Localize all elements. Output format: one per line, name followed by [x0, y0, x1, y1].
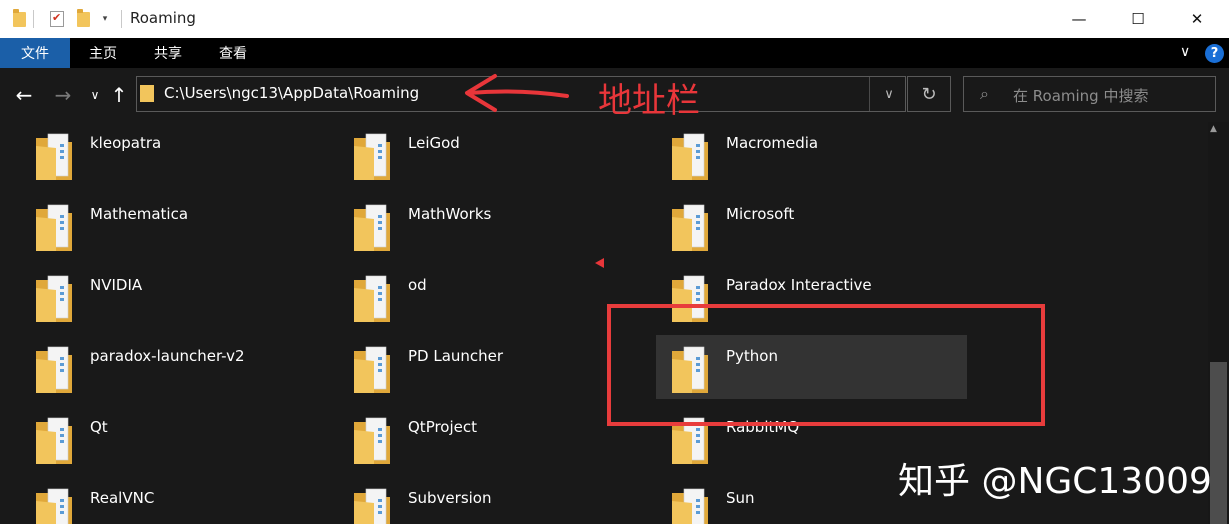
- folder-icon: [672, 133, 708, 180]
- folder-icon: [354, 204, 390, 251]
- close-button[interactable]: ✕: [1174, 0, 1220, 38]
- folder-item[interactable]: Subversion: [318, 477, 628, 524]
- tab-share[interactable]: 共享: [143, 38, 193, 68]
- tab-view[interactable]: 查看: [208, 38, 258, 68]
- folder-name: LeiGod: [408, 134, 460, 152]
- folder-icon: [354, 133, 390, 180]
- folder-name: kleopatra: [90, 134, 162, 152]
- up-arrow-icon[interactable]: ↑: [108, 82, 130, 108]
- folder-icon: [140, 85, 154, 102]
- folder-icon: [354, 417, 390, 464]
- folder-icon: [672, 204, 708, 251]
- folder-item[interactable]: Qt: [0, 406, 310, 470]
- help-icon[interactable]: ?: [1205, 44, 1224, 63]
- minimize-button[interactable]: —: [1056, 0, 1102, 38]
- folder-item[interactable]: MathWorks: [318, 193, 628, 257]
- watermark: 知乎 @NGC13009: [898, 461, 1212, 502]
- divider: [33, 10, 34, 28]
- search-placeholder: 在 Roaming 中搜索: [1013, 87, 1149, 105]
- folder-name: paradox-launcher-v2: [90, 347, 245, 365]
- folder-name: Qt: [90, 418, 108, 436]
- folder-name: Subversion: [408, 489, 492, 507]
- marker-icon: [595, 258, 604, 268]
- folder-icon: [11, 8, 27, 29]
- back-arrow-icon[interactable]: ←: [13, 82, 35, 108]
- folder-item[interactable]: LeiGod: [318, 122, 628, 186]
- folder-icon: [36, 417, 72, 464]
- recent-locations-icon[interactable]: ∨: [84, 82, 106, 108]
- folder-item[interactable]: QtProject: [318, 406, 628, 470]
- maximize-button[interactable]: ☐: [1115, 0, 1161, 38]
- folder-name: Macromedia: [726, 134, 819, 152]
- tab-file[interactable]: 文件: [0, 38, 70, 68]
- folder-name: PD Launcher: [408, 347, 504, 365]
- folder-icon: [354, 488, 390, 524]
- tab-home[interactable]: 主页: [78, 38, 128, 68]
- annotation-label: 地址栏: [598, 81, 700, 121]
- scrollbar-thumb[interactable]: [1210, 362, 1227, 524]
- folder-name: od: [408, 276, 427, 294]
- folder-icon: [672, 488, 708, 524]
- chevron-down-icon[interactable]: ∨: [1180, 44, 1190, 60]
- customize-toolbar-icon[interactable]: ▾: [98, 9, 112, 29]
- folder-name: MathWorks: [408, 205, 492, 223]
- folder-item[interactable]: RealVNC: [0, 477, 310, 524]
- folder-name: NVIDIA: [90, 276, 143, 294]
- folder-item[interactable]: kleopatra: [0, 122, 310, 186]
- folder-name: Microsoft: [726, 205, 795, 223]
- folder-name: Mathematica: [90, 205, 189, 223]
- new-folder-icon[interactable]: [75, 8, 91, 29]
- window-title: Roaming: [130, 9, 196, 27]
- refresh-icon[interactable]: ↻: [907, 76, 951, 112]
- folder-item[interactable]: Macromedia: [636, 122, 946, 186]
- folder-name: Sun: [726, 489, 755, 507]
- folder-item[interactable]: NVIDIA: [0, 264, 310, 328]
- scroll-up-icon[interactable]: ▲: [1210, 124, 1217, 134]
- folder-name: RealVNC: [90, 489, 155, 507]
- folder-item[interactable]: Mathematica: [0, 193, 310, 257]
- highlight-box: [607, 304, 1045, 426]
- annotation-arrow-icon: [465, 74, 569, 112]
- folder-icon: [36, 488, 72, 524]
- divider: [121, 10, 122, 28]
- folder-name: QtProject: [408, 418, 478, 436]
- title-bar: ▾ Roaming — ☐ ✕: [0, 0, 1229, 38]
- forward-arrow-icon[interactable]: →: [52, 82, 74, 108]
- folder-item[interactable]: PD Launcher: [318, 335, 628, 399]
- address-path[interactable]: C:\Users\ngc13\AppData\Roaming: [164, 84, 419, 102]
- folder-name: Paradox Interactive: [726, 276, 872, 294]
- ribbon-tab-bar: 文件 主页 共享 查看: [0, 38, 1229, 68]
- folder-icon: [36, 204, 72, 251]
- divider: [869, 77, 870, 111]
- search-icon: ⌕: [980, 84, 989, 103]
- folder-icon: [354, 346, 390, 393]
- folder-icon: [36, 275, 72, 322]
- folder-icon: [354, 275, 390, 322]
- folder-item[interactable]: Microsoft: [636, 193, 946, 257]
- folder-item[interactable]: od: [318, 264, 628, 328]
- properties-icon[interactable]: [48, 9, 66, 29]
- folder-icon: [36, 346, 72, 393]
- folder-item[interactable]: paradox-launcher-v2: [0, 335, 310, 399]
- chevron-down-icon[interactable]: ∨: [876, 82, 902, 106]
- folder-icon: [36, 133, 72, 180]
